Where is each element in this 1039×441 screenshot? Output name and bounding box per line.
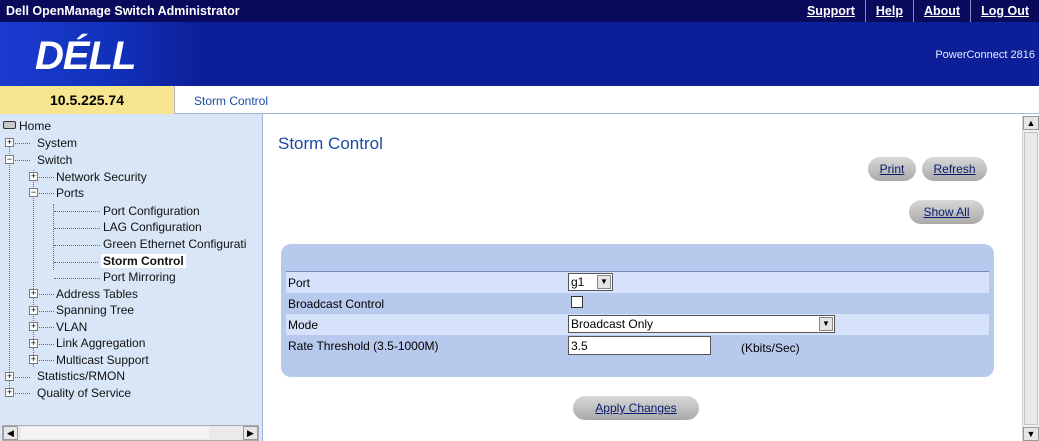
logo-area: DÉLL (0, 22, 200, 86)
show-all-button[interactable]: Show All (909, 200, 984, 224)
tree-connector (39, 311, 54, 312)
tree-connector (39, 344, 54, 345)
main-vertical-scrollbar[interactable]: ▲ ▼ (1022, 116, 1039, 441)
tree-item-port-mirroring[interactable]: Port Mirroring (103, 270, 176, 284)
expand-icon[interactable]: + (29, 322, 38, 331)
app-title: Dell OpenManage Switch Administrator (6, 4, 240, 18)
rate-threshold-input[interactable] (568, 336, 711, 355)
expand-icon[interactable]: + (29, 289, 38, 298)
tree-connector (54, 262, 98, 263)
tree-connector (54, 228, 100, 229)
tree-item-green-ethernet[interactable]: Green Ethernet Configurati (103, 237, 246, 251)
tree-item-link-aggregation[interactable]: Link Aggregation (56, 336, 145, 350)
collapse-icon[interactable]: − (5, 155, 14, 164)
form-row-broadcast: Broadcast Control (286, 293, 989, 314)
page-title: Storm Control (278, 134, 383, 153)
main-content: Storm Control Print Refresh Show All Por… (264, 114, 1039, 441)
tree-item-quality-of-service[interactable]: Quality of Service (37, 386, 131, 400)
mode-select[interactable]: Broadcast Only ▼ (568, 315, 835, 333)
expand-icon[interactable]: + (5, 372, 14, 381)
tree-item-multicast-support[interactable]: Multicast Support (56, 353, 149, 367)
scroll-left-icon[interactable]: ◀ (3, 426, 18, 440)
tree-item-vlan[interactable]: VLAN (56, 320, 87, 334)
tree-connector (39, 294, 54, 295)
tree-connector (15, 393, 30, 394)
form-table: Port g1 ▼ Broadcast Control Mode Broadca… (286, 271, 989, 356)
tree-item-system[interactable]: System (37, 136, 77, 150)
tree-item-address-tables[interactable]: Address Tables (56, 287, 138, 301)
logout-link[interactable]: Log Out (970, 0, 1039, 22)
expand-icon[interactable]: + (29, 306, 38, 315)
tree-connector (15, 160, 30, 161)
device-ip: 10.5.225.74 (0, 86, 175, 114)
port-label: Port (288, 276, 311, 290)
rate-threshold-label: Rate Threshold (3.5-1000M) (288, 339, 439, 353)
tree-connector (39, 177, 54, 178)
tree-connector (39, 193, 54, 194)
apply-changes-button[interactable]: Apply Changes (573, 396, 699, 420)
tree-item-lag-configuration[interactable]: LAG Configuration (103, 220, 202, 234)
support-link[interactable]: Support (797, 0, 865, 22)
form-row-rate: Rate Threshold (3.5-1000M) (Kbits/Sec) (286, 335, 989, 356)
navigation-tree: Home + System − Switch + Network Securit… (0, 114, 263, 441)
scroll-thumb[interactable] (1024, 132, 1038, 425)
tree-item-storm-control[interactable]: Storm Control (101, 254, 186, 268)
dell-logo: DÉLL (35, 34, 136, 78)
tree-item-network-security[interactable]: Network Security (56, 170, 147, 184)
tree-item-port-configuration[interactable]: Port Configuration (103, 204, 200, 218)
port-select-wrap: g1 ▼ (568, 273, 613, 291)
mode-select-value: Broadcast Only (571, 317, 654, 331)
brand-banner: DÉLL PowerConnect 2816 (0, 22, 1039, 86)
port-select[interactable]: g1 ▼ (568, 273, 613, 291)
scroll-down-icon[interactable]: ▼ (1023, 427, 1039, 441)
print-button[interactable]: Print (868, 157, 916, 181)
form-row-port: Port g1 ▼ (286, 272, 989, 293)
mode-select-wrap: Broadcast Only ▼ (568, 315, 835, 333)
tree-connector (54, 211, 100, 212)
scroll-up-icon[interactable]: ▲ (1023, 116, 1039, 130)
tree-item-spanning-tree[interactable]: Spanning Tree (56, 303, 134, 317)
storm-control-form: Port g1 ▼ Broadcast Control Mode Broadca… (281, 244, 994, 377)
scroll-thumb[interactable] (21, 427, 209, 439)
broadcast-control-checkbox[interactable] (571, 296, 583, 308)
tree-item-home[interactable]: Home (19, 119, 51, 133)
expand-icon[interactable]: + (5, 388, 14, 397)
top-links: Support Help About Log Out (797, 0, 1039, 22)
tree-horizontal-scrollbar[interactable]: ◀ ▶ (2, 425, 259, 441)
home-icon (3, 121, 16, 129)
expand-icon[interactable]: + (29, 339, 38, 348)
chevron-down-icon[interactable]: ▼ (597, 275, 611, 289)
tree-connector (54, 278, 100, 279)
form-row-mode: Mode Broadcast Only ▼ (286, 314, 989, 335)
tree-item-switch[interactable]: Switch (37, 153, 72, 167)
tree-connector (15, 377, 30, 378)
tree-connector (54, 245, 100, 246)
device-model: PowerConnect 2816 (935, 49, 1035, 61)
rate-unit-label: (Kbits/Sec) (741, 341, 800, 355)
expand-icon[interactable]: + (5, 138, 14, 147)
help-link[interactable]: Help (864, 0, 913, 22)
breadcrumb: Storm Control (194, 94, 269, 108)
refresh-button[interactable]: Refresh (922, 157, 987, 181)
expand-icon[interactable]: + (29, 355, 38, 364)
expand-icon[interactable]: + (29, 172, 38, 181)
port-select-value: g1 (571, 275, 585, 289)
tree-connector (15, 143, 30, 144)
tree-connector (39, 360, 54, 361)
broadcast-control-label: Broadcast Control (288, 297, 385, 311)
top-menu-bar: Dell OpenManage Switch Administrator Sup… (0, 0, 1039, 22)
about-link[interactable]: About (912, 0, 970, 22)
collapse-icon[interactable]: − (29, 188, 38, 197)
tree-item-statistics-rmon[interactable]: Statistics/RMON (37, 369, 125, 383)
info-bar: 10.5.225.74 Storm Control (0, 86, 1039, 114)
tree-item-ports[interactable]: Ports (56, 186, 84, 200)
scroll-right-icon[interactable]: ▶ (243, 426, 258, 440)
mode-label: Mode (288, 318, 319, 332)
tree-connector (53, 204, 54, 270)
tree-connector (9, 140, 10, 390)
tree-connector (39, 327, 54, 328)
chevron-down-icon[interactable]: ▼ (819, 317, 833, 331)
